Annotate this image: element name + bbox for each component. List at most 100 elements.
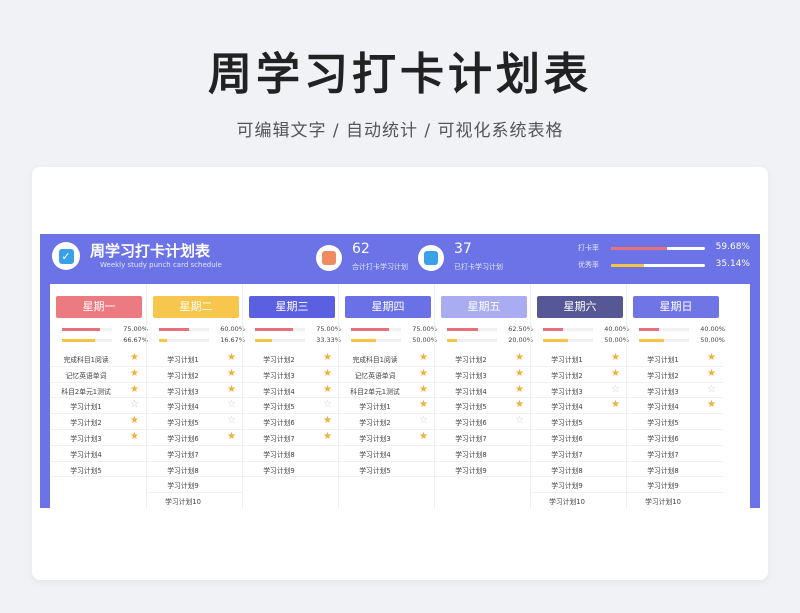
star-outline-icon[interactable]: ☆ bbox=[419, 415, 428, 427]
task-row[interactable]: 学习计划2 ★ bbox=[50, 414, 146, 430]
star-outline-icon[interactable]: ☆ bbox=[227, 415, 236, 427]
task-row[interactable]: 学习计划5 ☆ bbox=[243, 398, 339, 415]
task-row[interactable]: 学习计划2 ★ bbox=[627, 367, 723, 383]
task-row[interactable]: 学习计划1 ★ bbox=[627, 351, 723, 367]
task-row[interactable]: 学习计划8 bbox=[531, 462, 627, 478]
task-row[interactable]: 学习计划2 ★ bbox=[531, 367, 627, 383]
star-outline-icon[interactable]: ☆ bbox=[515, 415, 524, 427]
task-row[interactable]: 学习计划5 ☆ bbox=[147, 414, 243, 430]
star-filled-icon[interactable]: ★ bbox=[611, 352, 620, 364]
task-row[interactable]: 学习计划4 ★ bbox=[531, 398, 627, 415]
star-filled-icon[interactable]: ★ bbox=[130, 368, 139, 380]
task-row[interactable]: 学习计划4 ★ bbox=[435, 383, 531, 399]
task-row[interactable]: 学习计划3 ★ bbox=[435, 367, 531, 383]
star-filled-icon[interactable]: ★ bbox=[515, 384, 524, 396]
star-filled-icon[interactable]: ★ bbox=[323, 352, 332, 364]
star-filled-icon[interactable]: ★ bbox=[515, 352, 524, 364]
star-filled-icon[interactable]: ★ bbox=[707, 352, 716, 364]
task-row[interactable]: 学习计划4 bbox=[339, 446, 435, 462]
task-row[interactable]: 学习计划8 bbox=[627, 462, 723, 478]
star-filled-icon[interactable]: ★ bbox=[323, 368, 332, 380]
task-row[interactable]: 学习计划9 bbox=[243, 462, 339, 478]
task-row[interactable]: 学习计划5 bbox=[627, 414, 723, 430]
star-outline-icon[interactable]: ☆ bbox=[323, 399, 332, 411]
task-row[interactable]: 学习计划3 ☆ bbox=[627, 383, 723, 399]
task-row[interactable]: 学习计划9 bbox=[435, 462, 531, 478]
task-row[interactable]: 学习计划8 bbox=[435, 446, 531, 462]
star-filled-icon[interactable]: ★ bbox=[323, 431, 332, 443]
star-outline-icon[interactable]: ☆ bbox=[227, 399, 236, 411]
star-filled-icon[interactable]: ★ bbox=[419, 352, 428, 364]
task-row[interactable]: 学习计划9 bbox=[531, 477, 627, 494]
task-row[interactable]: 学习计划10 bbox=[531, 493, 627, 508]
star-filled-icon[interactable]: ★ bbox=[227, 352, 236, 364]
task-row[interactable]: 学习计划2 ☆ bbox=[339, 414, 435, 430]
task-row[interactable]: 学习计划5 bbox=[531, 414, 627, 430]
star-filled-icon[interactable]: ★ bbox=[130, 384, 139, 396]
task-row[interactable]: 学习计划6 ☆ bbox=[435, 414, 531, 430]
star-filled-icon[interactable]: ★ bbox=[611, 399, 620, 411]
star-filled-icon[interactable]: ★ bbox=[323, 384, 332, 396]
task-row[interactable]: 学习计划1 ☆ bbox=[50, 398, 146, 415]
task-row[interactable]: 学习计划8 bbox=[147, 462, 243, 478]
task-row[interactable]: 学习计划1 ★ bbox=[147, 351, 243, 367]
star-filled-icon[interactable]: ★ bbox=[419, 431, 428, 443]
star-filled-icon[interactable]: ★ bbox=[419, 368, 428, 380]
task-row[interactable]: 记忆英语单词 ★ bbox=[50, 367, 146, 383]
task-row[interactable]: 学习计划6 bbox=[627, 430, 723, 446]
star-filled-icon[interactable]: ★ bbox=[419, 384, 428, 396]
task-row[interactable]: 学习计划6 ★ bbox=[243, 414, 339, 430]
star-filled-icon[interactable]: ★ bbox=[227, 368, 236, 380]
task-row[interactable]: 学习计划4 ☆ bbox=[147, 398, 243, 415]
task-row[interactable]: 学习计划9 bbox=[147, 477, 243, 494]
task-row[interactable]: 学习计划3 ★ bbox=[147, 383, 243, 399]
task-row[interactable]: 学习计划7 bbox=[627, 446, 723, 462]
star-filled-icon[interactable]: ★ bbox=[130, 352, 139, 364]
task-row[interactable]: 学习计划2 ★ bbox=[147, 367, 243, 383]
star-outline-icon[interactable]: ☆ bbox=[130, 399, 139, 411]
task-row[interactable]: 学习计划3 ★ bbox=[339, 430, 435, 446]
star-filled-icon[interactable]: ★ bbox=[130, 415, 139, 427]
task-row[interactable]: 学习计划3 ★ bbox=[50, 430, 146, 446]
task-row[interactable]: 学习计划6 ★ bbox=[147, 430, 243, 446]
task-row[interactable]: 学习计划7 ★ bbox=[243, 430, 339, 446]
task-row[interactable]: 科目2单元1测试 ★ bbox=[339, 383, 435, 399]
task-label: 学习计划1 bbox=[551, 356, 583, 364]
star-filled-icon[interactable]: ★ bbox=[130, 431, 139, 443]
task-row[interactable]: 学习计划6 bbox=[531, 430, 627, 446]
star-filled-icon[interactable]: ★ bbox=[707, 368, 716, 380]
task-row[interactable]: 学习计划4 ★ bbox=[627, 398, 723, 415]
task-row[interactable]: 学习计划4 ★ bbox=[243, 383, 339, 399]
star-filled-icon[interactable]: ★ bbox=[227, 431, 236, 443]
star-outline-icon[interactable]: ☆ bbox=[707, 384, 716, 396]
task-row[interactable]: 学习计划7 bbox=[531, 446, 627, 462]
task-row[interactable]: 学习计划1 ★ bbox=[531, 351, 627, 367]
task-row[interactable]: 学习计划10 bbox=[147, 493, 243, 508]
task-row[interactable]: 学习计划1 ★ bbox=[339, 398, 435, 415]
task-row[interactable]: 学习计划5 bbox=[50, 462, 146, 478]
task-row[interactable]: 学习计划7 bbox=[435, 430, 531, 446]
task-row[interactable]: 完成科目1阅读 ★ bbox=[339, 351, 435, 367]
task-row[interactable]: 学习计划7 bbox=[147, 446, 243, 462]
star-filled-icon[interactable]: ★ bbox=[611, 368, 620, 380]
task-row[interactable]: 学习计划8 bbox=[243, 446, 339, 462]
star-outline-icon[interactable]: ☆ bbox=[611, 384, 620, 396]
star-filled-icon[interactable]: ★ bbox=[515, 399, 524, 411]
star-filled-icon[interactable]: ★ bbox=[515, 368, 524, 380]
task-row[interactable]: 学习计划9 bbox=[627, 477, 723, 494]
task-row[interactable]: 学习计划5 ★ bbox=[435, 398, 531, 415]
star-filled-icon[interactable]: ★ bbox=[323, 415, 332, 427]
task-row[interactable]: 学习计划3 ★ bbox=[243, 367, 339, 383]
task-row[interactable]: 学习计划2 ★ bbox=[243, 351, 339, 367]
task-row[interactable]: 完成科目1阅读 ★ bbox=[50, 351, 146, 367]
task-row[interactable]: 科目2单元1测试 ★ bbox=[50, 383, 146, 399]
task-row[interactable]: 学习计划10 bbox=[627, 493, 723, 508]
task-row[interactable]: 学习计划4 bbox=[50, 446, 146, 462]
task-row[interactable]: 学习计划2 ★ bbox=[435, 351, 531, 367]
task-row[interactable]: 学习计划5 bbox=[339, 462, 435, 478]
star-filled-icon[interactable]: ★ bbox=[707, 399, 716, 411]
task-row[interactable]: 学习计划3 ☆ bbox=[531, 383, 627, 399]
task-row[interactable]: 记忆英语单词 ★ bbox=[339, 367, 435, 383]
star-filled-icon[interactable]: ★ bbox=[419, 399, 428, 411]
star-filled-icon[interactable]: ★ bbox=[227, 384, 236, 396]
